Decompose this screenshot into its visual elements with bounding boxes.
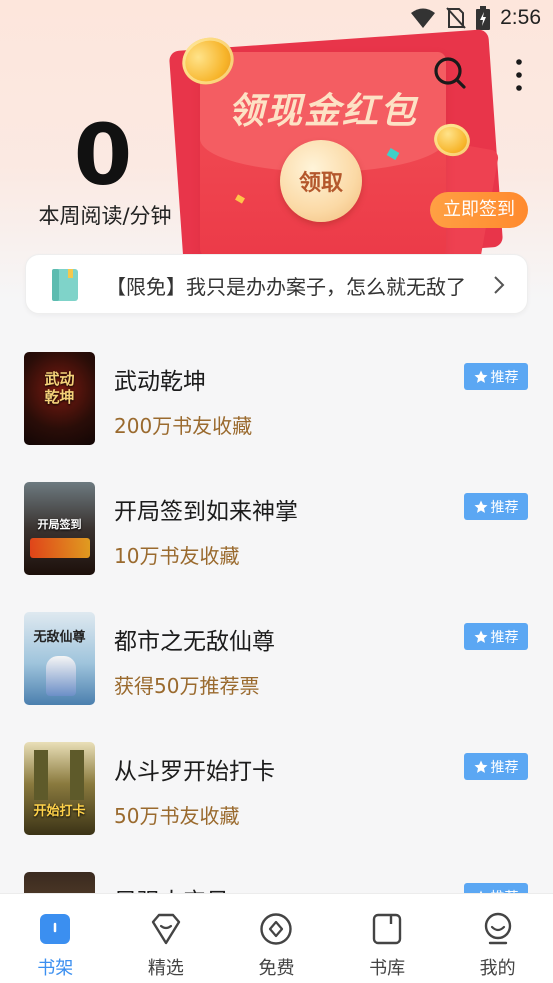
- star-icon: [474, 630, 487, 643]
- star-icon: [474, 370, 487, 383]
- checkin-button[interactable]: 立即签到: [430, 192, 528, 228]
- cover-title: 武动乾坤: [44, 370, 75, 406]
- book-icon: [52, 269, 78, 301]
- claim-button[interactable]: 领取: [280, 140, 362, 222]
- star-icon: [474, 500, 487, 513]
- nav-label: 免费: [258, 958, 295, 979]
- nav-item-profile[interactable]: 我的: [442, 894, 553, 983]
- book-title: 从斗罗开始打卡: [114, 759, 275, 785]
- nav-label: 书架: [37, 958, 74, 979]
- nav-item-library[interactable]: 书库: [332, 894, 443, 983]
- cover-pillars-decoration: [34, 750, 48, 800]
- free-icon: [260, 913, 293, 945]
- more-options-icon[interactable]: [510, 58, 528, 92]
- book-cover[interactable]: 武动乾坤: [24, 352, 95, 445]
- book-item[interactable]: 开始打卡 从斗罗开始打卡 50万书友收藏 推荐: [0, 720, 553, 850]
- book-cover[interactable]: 无敌仙尊: [24, 612, 95, 705]
- weekly-read-minutes: 0: [73, 106, 133, 204]
- status-time: 2:56: [500, 6, 541, 29]
- search-icon[interactable]: [433, 56, 467, 90]
- banner-text: 【限免】我只是办办案子，怎么就无敌了: [106, 275, 466, 299]
- book-meta: 50万书友收藏: [114, 804, 240, 828]
- cover-glow-decoration: [30, 538, 90, 558]
- recommend-badge-label: 推荐: [490, 759, 519, 776]
- battery-icon: [476, 6, 491, 30]
- recommend-badge: 推荐: [464, 493, 528, 520]
- recommend-badge-label: 推荐: [490, 629, 519, 646]
- nav-label: 我的: [479, 958, 516, 979]
- cover-title: 开始打卡: [33, 804, 86, 819]
- no-sim-icon: [446, 7, 466, 29]
- recommend-badge: 推荐: [464, 623, 528, 650]
- recommend-badge: 推荐: [464, 363, 528, 390]
- book-cover[interactable]: 开始打卡: [24, 742, 95, 835]
- recommend-badge-label: 推荐: [490, 369, 519, 386]
- book-item[interactable]: 无敌仙尊 都市之无敌仙尊 获得50万推荐票 推荐: [0, 590, 553, 720]
- book-cover[interactable]: 开局签到: [24, 482, 95, 575]
- wifi-icon: [411, 8, 436, 28]
- star-icon: [474, 760, 487, 773]
- nav-item-bookshelf[interactable]: 书架: [0, 894, 111, 983]
- recommend-badge-label: 推荐: [490, 499, 519, 516]
- weekly-read-label: 本周阅读/分钟: [38, 204, 172, 228]
- free-limited-banner[interactable]: 【限免】我只是办办案子，怎么就无敌了: [25, 254, 528, 314]
- envelope-title: 领现金红包: [227, 91, 418, 132]
- library-icon: [372, 913, 402, 945]
- bookshelf-icon: [40, 914, 71, 944]
- book-title: 武动乾坤: [114, 369, 206, 395]
- recommend-badge: 推荐: [464, 753, 528, 780]
- cover-title: 无敌仙尊: [33, 630, 86, 645]
- chevron-right-icon: [494, 276, 505, 294]
- cover-figure-decoration: [46, 656, 76, 696]
- nav-item-featured[interactable]: 精选: [111, 894, 222, 983]
- red-envelope[interactable]: 领现金红包 领取: [200, 52, 446, 258]
- book-item[interactable]: 开局签到 开局签到如来神掌 10万书友收藏 推荐: [0, 460, 553, 590]
- book-meta: 获得50万推荐票: [114, 674, 260, 698]
- diamond-icon: [151, 913, 181, 945]
- book-meta: 10万书友收藏: [114, 544, 240, 568]
- book-item[interactable]: 武动乾坤 武动乾坤 200万书友收藏 推荐: [0, 330, 553, 460]
- book-title: 开局签到如来神掌: [114, 499, 298, 525]
- cover-pillars-decoration: [70, 750, 84, 800]
- bottom-nav: 书架 精选 免费 书库 我的: [0, 893, 553, 983]
- nav-item-free[interactable]: 免费: [221, 894, 332, 983]
- nav-label: 精选: [147, 958, 184, 979]
- cover-title: 开局签到: [37, 518, 82, 531]
- profile-icon: [484, 912, 511, 945]
- nav-label: 书库: [369, 958, 406, 979]
- book-meta: 200万书友收藏: [114, 414, 253, 438]
- book-title: 都市之无敌仙尊: [114, 629, 275, 655]
